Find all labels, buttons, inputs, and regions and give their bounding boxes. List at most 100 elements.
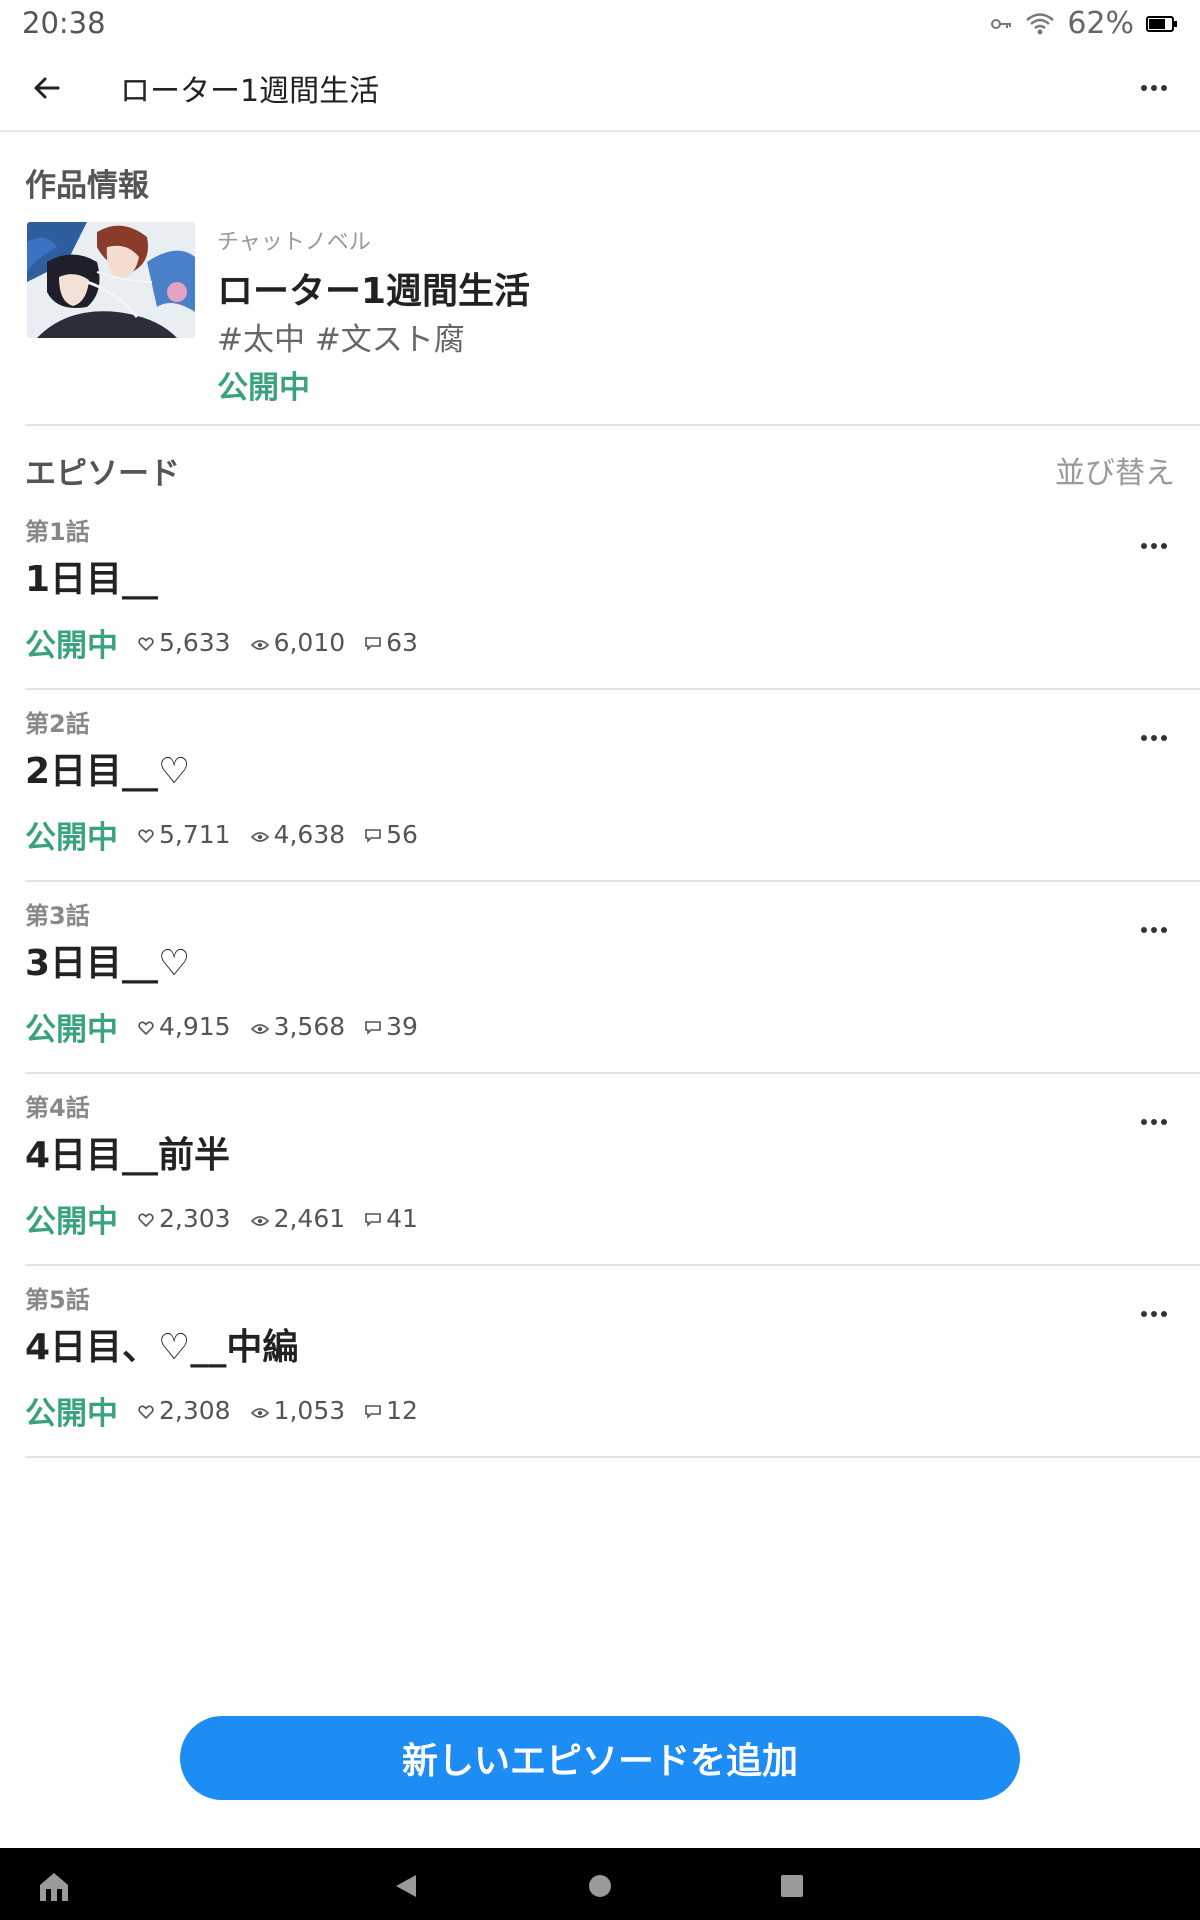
comments-count: 39 xyxy=(386,1012,418,1041)
more-horizontal-icon xyxy=(1140,535,1168,554)
app-bar: ローター1週間生活 xyxy=(0,44,1200,132)
comment-icon xyxy=(365,1204,386,1233)
likes-stat: 2,303 xyxy=(138,1204,231,1233)
episode-row[interactable]: 第5話 4日目、♡__中編 公開中 2,308 1,053 12 xyxy=(25,1266,1200,1458)
eye-icon xyxy=(250,1396,274,1425)
likes-count: 2,308 xyxy=(159,1396,231,1425)
heart-icon xyxy=(138,1012,159,1041)
comment-icon xyxy=(365,628,386,657)
likes-count: 5,633 xyxy=(159,628,231,657)
episode-title: 1日目__ xyxy=(25,559,159,600)
comments-stat: 12 xyxy=(365,1396,418,1425)
work-info-card[interactable]: チャットノベル ローター1週間生活 #太中 #文スト腐 公開中 xyxy=(25,220,1200,425)
status-icons: 62% xyxy=(991,6,1178,41)
episode-row[interactable]: 第4話 4日目__前半公開中 2,303 2,461 41 xyxy=(25,1074,1200,1266)
comments-stat: 63 xyxy=(365,628,418,657)
page-title: ローター1週間生活 xyxy=(120,74,380,109)
likes-stat: 2,308 xyxy=(138,1396,231,1425)
app-bar-more-button[interactable] xyxy=(1130,64,1178,112)
comments-count: 56 xyxy=(386,820,418,849)
views-stat: 6,010 xyxy=(250,628,346,657)
battery-icon xyxy=(1146,15,1178,33)
system-nav-bar xyxy=(0,1848,1200,1920)
comments-count: 41 xyxy=(386,1204,418,1233)
episode-more-button[interactable] xyxy=(1130,904,1178,952)
home-icon[interactable] xyxy=(34,1866,74,1906)
episode-status: 公開中 xyxy=(25,820,118,856)
sort-button[interactable]: 並び替え xyxy=(1055,448,1175,492)
episodes-header: エピソード 並び替え xyxy=(25,448,1175,492)
comments-stat: 39 xyxy=(365,1012,418,1041)
episode-meta: 公開中 2,303 2,461 41 xyxy=(25,1196,438,1241)
recents-square-icon[interactable] xyxy=(772,1866,812,1906)
episode-number: 第5話 xyxy=(25,1286,90,1314)
episode-more-button[interactable] xyxy=(1130,1096,1178,1144)
episodes-heading: エピソード xyxy=(25,456,180,492)
episode-meta: 公開中 5,711 4,638 56 xyxy=(25,812,438,857)
arrow-left-icon xyxy=(34,77,60,99)
back-triangle-icon[interactable] xyxy=(386,1866,426,1906)
episode-status: 公開中 xyxy=(25,1204,118,1240)
work-category: チャットノベル xyxy=(217,230,371,255)
episode-title: 4日目__前半 xyxy=(25,1135,231,1176)
episode-number: 第3話 xyxy=(25,902,90,930)
eye-icon xyxy=(250,628,274,657)
eye-icon xyxy=(250,820,274,849)
add-episode-button[interactable]: 新しいエピソードを追加 xyxy=(180,1716,1020,1800)
episode-title: 3日目__♡ xyxy=(25,943,191,984)
more-horizontal-icon xyxy=(1140,1303,1168,1322)
key-icon xyxy=(991,17,1013,31)
episode-more-button[interactable] xyxy=(1130,712,1178,760)
episode-meta: 公開中 4,915 3,568 39 xyxy=(25,1004,438,1049)
status-time: 20:38 xyxy=(22,6,106,40)
episode-row[interactable]: 第1話 1日目__ 公開中 5,633 6,010 63 xyxy=(25,498,1200,690)
episode-number: 第1話 xyxy=(25,518,90,546)
heart-icon xyxy=(138,1204,159,1233)
eye-icon xyxy=(250,1012,274,1041)
views-count: 6,010 xyxy=(273,628,346,657)
episode-row[interactable]: 第2話 2日目__♡ 公開中 5,711 4,638 56 xyxy=(25,690,1200,882)
back-button[interactable] xyxy=(22,64,70,112)
likes-count: 2,303 xyxy=(159,1204,231,1233)
likes-stat: 4,915 xyxy=(138,1012,231,1041)
eye-icon xyxy=(250,1204,274,1233)
status-bar: 20:38 62% xyxy=(0,0,1200,44)
views-count: 2,461 xyxy=(273,1204,346,1233)
comment-icon xyxy=(365,820,386,849)
likes-stat: 5,633 xyxy=(138,628,231,657)
heart-icon xyxy=(138,628,159,657)
episode-title: 2日目__♡ xyxy=(25,751,191,792)
views-stat: 2,461 xyxy=(250,1204,346,1233)
episode-status: 公開中 xyxy=(25,1012,118,1048)
comments-stat: 56 xyxy=(365,820,418,849)
comment-icon xyxy=(365,1012,386,1041)
home-circle-icon[interactable] xyxy=(580,1866,620,1906)
work-cover-image xyxy=(27,222,195,338)
episode-row[interactable]: 第3話 3日目__♡ 公開中 4,915 3,568 39 xyxy=(25,882,1200,1074)
more-horizontal-icon xyxy=(1141,85,1167,91)
battery-percent: 62% xyxy=(1067,6,1134,41)
heart-icon xyxy=(138,1396,159,1425)
views-stat: 4,638 xyxy=(250,820,346,849)
episode-number: 第4話 xyxy=(25,1094,90,1122)
more-horizontal-icon xyxy=(1140,727,1168,746)
views-count: 4,638 xyxy=(273,820,346,849)
episode-number: 第2話 xyxy=(25,710,90,738)
episode-more-button[interactable] xyxy=(1130,520,1178,568)
episode-meta: 公開中 2,308 1,053 12 xyxy=(25,1388,438,1433)
comments-count: 63 xyxy=(386,628,418,657)
wifi-icon xyxy=(1025,12,1055,36)
comment-icon xyxy=(365,1396,386,1425)
episode-meta: 公開中 5,633 6,010 63 xyxy=(25,620,438,665)
work-tags: #太中 #文スト腐 xyxy=(217,322,465,358)
episode-more-button[interactable] xyxy=(1130,1288,1178,1336)
episode-status: 公開中 xyxy=(25,1396,118,1432)
work-info-heading: 作品情報 xyxy=(25,168,149,204)
comments-stat: 41 xyxy=(365,1204,418,1233)
work-title: ローター1週間生活 xyxy=(217,271,531,312)
likes-count: 5,711 xyxy=(159,820,231,849)
more-horizontal-icon xyxy=(1140,919,1168,938)
views-count: 3,568 xyxy=(273,1012,346,1041)
more-horizontal-icon xyxy=(1140,1111,1168,1130)
views-stat: 3,568 xyxy=(250,1012,346,1041)
